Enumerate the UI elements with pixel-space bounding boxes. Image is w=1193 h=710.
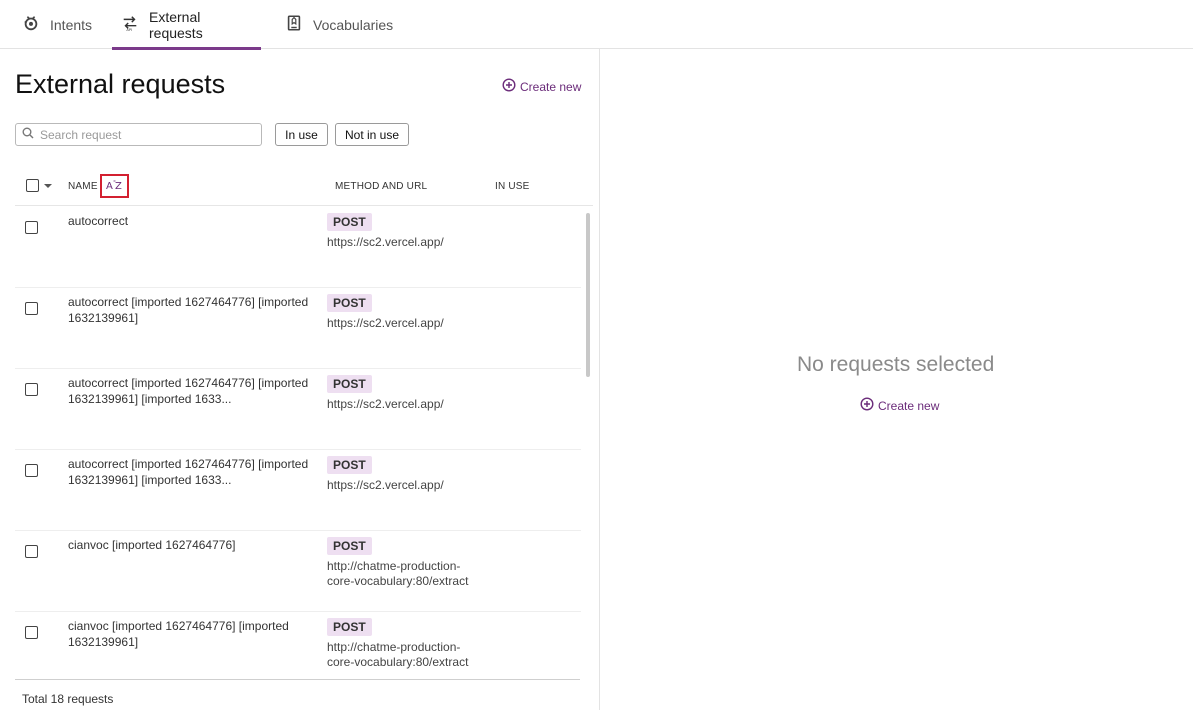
- request-name: autocorrect [imported 1627464776] [impor…: [68, 457, 309, 487]
- method-badge: POST: [327, 294, 372, 312]
- method-badge: POST: [327, 618, 372, 636]
- api-swap-icon: API: [121, 14, 139, 35]
- column-method-url-header: METHOD AND URL: [335, 181, 428, 192]
- page-title: External requests: [15, 69, 226, 99]
- request-url: https://sc2.vercel.app/: [327, 235, 444, 249]
- column-name-header: NAME: [68, 181, 98, 192]
- row-checkbox[interactable]: [25, 383, 38, 396]
- request-url: http://chatme-production-core-vocabulary…: [327, 559, 469, 588]
- request-url: http://chatme-production-core-vocabulary…: [327, 640, 469, 669]
- filter-in-use-button[interactable]: In use: [275, 123, 328, 146]
- top-nav: Intents API External requests Vocabulari…: [0, 0, 1193, 50]
- request-url: https://sc2.vercel.app/: [327, 316, 444, 330]
- tab-vocabularies[interactable]: Vocabularies: [285, 0, 393, 49]
- tab-vocabularies-label: Vocabularies: [313, 16, 394, 33]
- table-row[interactable]: autocorrect [imported 1627464776] [impor…: [15, 450, 581, 531]
- create-new-button[interactable]: Create new: [502, 78, 581, 95]
- sort-az-icon: AZ: [106, 177, 124, 196]
- search-input[interactable]: [40, 127, 250, 142]
- filter-not-in-use-button[interactable]: Not in use: [335, 123, 409, 146]
- tab-external-requests[interactable]: API External requests: [112, 0, 261, 50]
- intents-gear-icon: [22, 14, 40, 35]
- table-row[interactable]: autocorrect POST https://sc2.vercel.app/: [15, 207, 581, 288]
- search-box: [15, 123, 262, 146]
- select-all-checkbox[interactable]: [26, 179, 39, 192]
- tab-intents-label: Intents: [50, 16, 93, 33]
- search-icon: [22, 126, 34, 144]
- column-in-use-header: IN USE: [495, 181, 530, 192]
- method-badge: POST: [327, 456, 372, 474]
- row-checkbox[interactable]: [25, 302, 38, 315]
- empty-state-title: No requests selected: [797, 353, 995, 376]
- row-checkbox[interactable]: [25, 626, 38, 639]
- method-badge: POST: [327, 213, 372, 231]
- request-url: https://sc2.vercel.app/: [327, 397, 444, 411]
- tab-external-requests-label: External requests: [149, 8, 203, 41]
- table-row[interactable]: autocorrect [imported 1627464776] [impor…: [15, 288, 581, 369]
- table-footer: Total 18 requests: [15, 679, 580, 706]
- create-new-link-label: Create new: [878, 398, 940, 413]
- svg-text:A: A: [106, 181, 113, 191]
- table-row[interactable]: cianvoc [imported 1627464776] [imported …: [15, 612, 581, 677]
- create-new-label: Create new: [520, 79, 582, 94]
- table-row[interactable]: autocorrect [imported 1627464776] [impor…: [15, 369, 581, 450]
- request-name: autocorrect [imported 1627464776] [impor…: [68, 295, 309, 325]
- method-badge: POST: [327, 375, 372, 393]
- table-row[interactable]: cianvoc [imported 1627464776] POST http:…: [15, 531, 581, 612]
- request-name: autocorrect: [68, 214, 129, 228]
- request-name: cianvoc [imported 1627464776]: [68, 538, 236, 552]
- row-checkbox[interactable]: [25, 464, 38, 477]
- requests-list-panel: External requests Create new In use Not …: [0, 49, 600, 710]
- select-menu-caret-icon[interactable]: [44, 184, 52, 188]
- tab-intents[interactable]: Intents: [22, 0, 92, 49]
- total-count: Total 18 requests: [22, 692, 114, 706]
- create-new-link[interactable]: Create new: [860, 397, 939, 414]
- request-url: https://sc2.vercel.app/: [327, 478, 444, 492]
- svg-text:Z: Z: [115, 181, 122, 191]
- table-header: NAME AZ METHOD AND URL IN USE: [15, 169, 593, 206]
- vocabulary-book-icon: [285, 14, 303, 35]
- request-name: autocorrect [imported 1627464776] [impor…: [68, 376, 309, 406]
- svg-text:API: API: [126, 28, 132, 32]
- requests-table-body: autocorrect POST https://sc2.vercel.app/…: [15, 207, 581, 677]
- plus-circle-icon: [502, 78, 516, 95]
- row-checkbox[interactable]: [25, 221, 38, 234]
- list-scrollbar[interactable]: [586, 213, 590, 377]
- row-checkbox[interactable]: [25, 545, 38, 558]
- method-badge: POST: [327, 537, 372, 555]
- request-name: cianvoc [imported 1627464776] [imported …: [68, 619, 289, 649]
- sort-az-button[interactable]: AZ: [100, 174, 129, 198]
- plus-circle-icon: [860, 397, 874, 414]
